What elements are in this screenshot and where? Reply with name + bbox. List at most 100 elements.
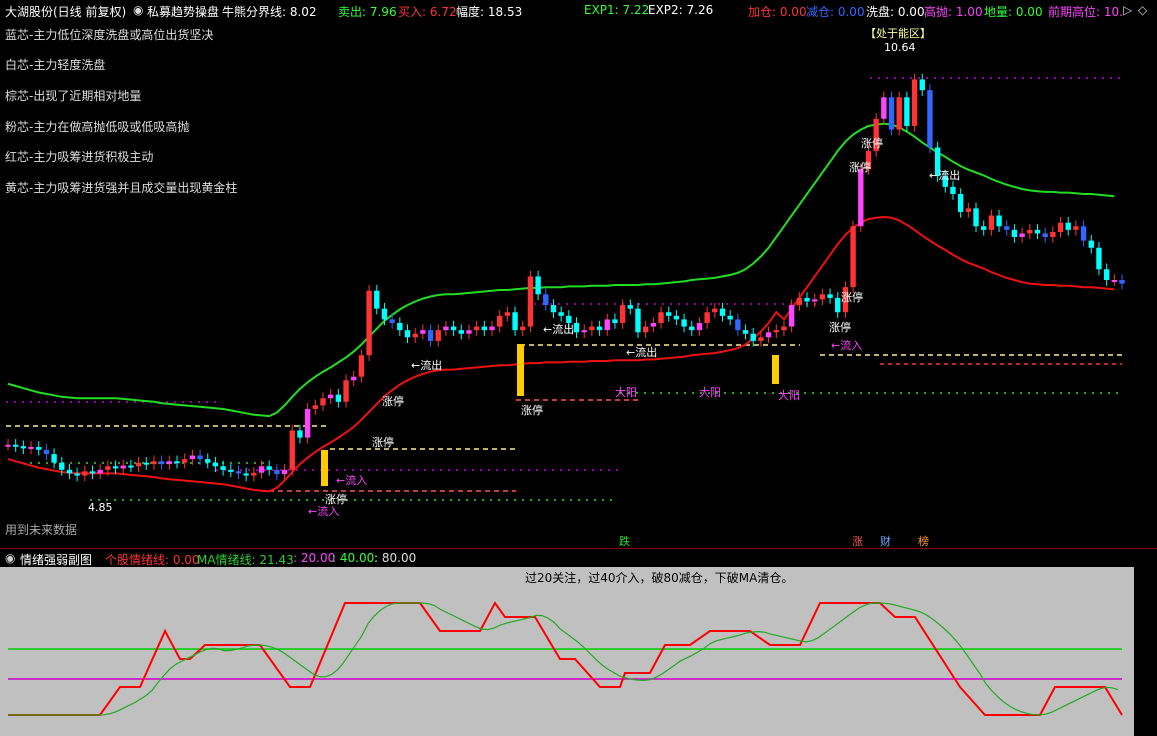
candle-body [297,430,303,438]
candle-body [673,315,680,320]
candle-body [74,473,80,476]
stock-mood-value: 个股情绪线: 0.00 [105,553,200,567]
candle-body [765,332,772,338]
limit-up-label: 涨停 [861,137,883,150]
candle-body [1080,226,1087,241]
candle-body [773,330,779,333]
candle-body [112,466,119,469]
candle-body [1096,247,1102,270]
candle-body [927,90,933,148]
candle-body [189,455,196,460]
diamond-icon[interactable]: ◇ [1138,3,1147,17]
candle-body [489,326,495,331]
candle-body [835,297,841,313]
sub-chart-title: 情绪强弱副图 [20,553,93,567]
candle-body [481,326,488,331]
candle-body [812,299,818,302]
candle-body [397,322,403,331]
candle-body [904,97,910,126]
exp2-value: EXP2: 7.26 [648,3,714,17]
main-chart-panel[interactable]: 大湖股份(日线 前复权) ◉ 私募趋势操盘 牛熊分界线: 8.02 卖出: 7.… [0,0,1157,548]
die-marker: 跌 [619,535,630,548]
candle-body [712,308,718,313]
candle-body [105,466,111,470]
candle-body [996,215,1002,227]
candle-body [335,394,342,402]
candle-body [251,472,257,476]
energy-zone-label: 【处于能区】 [865,27,931,40]
candle-body [351,376,357,381]
inflow-label: ←流入 [336,474,368,487]
add-position-value: 加仓: 0.00 [748,5,807,19]
indicator-name: 私募趋势操盘 [147,5,220,19]
candle-body [520,326,526,331]
collapse-arrow-icon[interactable]: ▷ [1123,3,1132,17]
ma-mood-value: MA情绪线: 21.43 [197,553,294,567]
candle-body [97,469,103,474]
candle-body [827,294,833,298]
sub-chart-header: ◉ 情绪强弱副图 个股情绪线: 0.00 MA情绪线: 21.43 : 20.0… [0,548,1157,567]
candle-body [758,337,764,341]
legend-red: 红芯-主力吸筹进货积极主动 [5,150,154,164]
golden-volume-bar [772,355,779,384]
low-price-label: 4.85 [88,501,113,514]
candle-body [658,312,664,323]
limit-up-label: 涨停 [372,436,394,449]
candle-body [143,462,149,465]
candle-body [235,471,242,474]
candle-body [957,194,964,212]
candle-body [182,459,188,463]
candle-body [212,462,219,467]
candle-body [228,469,234,472]
golden-volume-bar [517,344,524,396]
candle-body [581,330,587,333]
candle-body [642,326,649,333]
ground-volume-value: 地量: 0.00 [984,5,1043,19]
candle-body [543,294,549,306]
candle-body [604,319,610,331]
candle-body [742,330,749,334]
candle-body [343,380,349,402]
indicator-toggle-icon[interactable]: ◉ [133,3,143,17]
big-yang-label: 大阳 [778,389,800,402]
candle-body [404,330,411,338]
candle-body [374,290,380,309]
candle-body [327,394,334,399]
candle-body [681,319,687,327]
amplitude-value: 幅度: 18.53 [456,5,523,19]
candle-body [427,330,434,341]
candlestick-chart[interactable] [0,0,1157,548]
candle-body [950,186,956,195]
candle-body [965,208,972,212]
limit-up-label: 涨停 [849,161,871,174]
big-yang-label: 大阳 [615,386,637,399]
candle-body [881,97,887,119]
candle-body [719,308,726,316]
candle-body [497,315,503,327]
mood-sub-chart[interactable]: 过20关注，过40介入，破80减仓，下破MA清仓。 [0,567,1134,736]
candle-body [796,297,803,306]
sub-toggle-icon[interactable]: ◉ [5,551,15,565]
stock-title: 大湖股份(日线 前复权) [5,5,127,19]
candle-body [858,168,864,227]
candle-body [458,330,464,334]
candle-body [473,326,480,331]
outflow-label: ←流出 [543,323,575,336]
stock-mood-line [8,601,1123,716]
high-sell-value: 高抛: 1.00 [924,5,983,19]
candle-body [750,333,756,341]
candle-body [727,315,733,320]
candle-body [981,226,987,230]
candle-body [289,430,295,470]
candle-body [1073,226,1079,230]
limit-up-label: 涨停 [382,395,404,408]
candle-body [12,444,19,447]
candle-body [1119,280,1125,284]
candle-body [573,322,580,333]
candle-body [304,408,311,438]
candle-body [1019,233,1025,238]
candle-body [1065,222,1071,230]
legend-blue: 蓝芯-主力低位深度洗盘或高位出货坚决 [5,28,214,42]
level-20-value: : 20.00 [293,551,336,565]
outflow-label: ←流出 [626,346,658,359]
